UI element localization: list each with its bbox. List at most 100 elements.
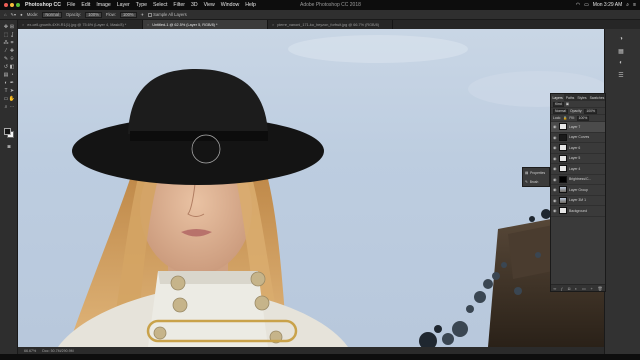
crop-tool-icon[interactable]: ⌗	[9, 40, 15, 46]
fill-field[interactable]: 100%	[576, 115, 590, 121]
mode-select[interactable]: Normal	[42, 11, 62, 18]
window-title: Adobe Photoshop CC 2018	[300, 2, 361, 8]
zoom-level[interactable]: 66.67%	[24, 349, 36, 353]
link-icon[interactable]: ∞	[553, 286, 556, 291]
tab-document-3[interactable]: × pierre_vanoni_171-ko_heyzon_forfruit.j…	[268, 20, 393, 29]
eraser-tool-icon[interactable]: ◧	[9, 64, 15, 70]
home-icon[interactable]: ⌂	[4, 12, 7, 17]
tab-layers[interactable]: Layers	[551, 94, 565, 101]
lasso-tool-icon[interactable]: ʆ	[9, 32, 15, 38]
libraries-panel-icon[interactable]: ☰	[615, 71, 627, 79]
layer-row[interactable]: ◉ Background	[551, 206, 605, 217]
path-select-tool-icon[interactable]: ➤	[9, 88, 15, 94]
document-info[interactable]: Doc: 50.7M/290.9M	[42, 349, 73, 353]
menu-layer[interactable]: Layer	[117, 2, 130, 8]
filter-icon[interactable]: ▣	[566, 102, 569, 106]
adjustments-panel-icon[interactable]: ◐	[615, 59, 627, 67]
tab-label: ex-cell-growth-4XH-R1(1).jpg @ 75.6% (La…	[27, 22, 127, 27]
visibility-eye-icon[interactable]: ◉	[553, 166, 557, 171]
tab-styles[interactable]: Styles	[576, 94, 588, 101]
app-menu[interactable]: Photoshop CC	[25, 2, 61, 8]
pen-tool-icon[interactable]: ✒	[9, 80, 15, 86]
mask-icon[interactable]: ◘	[568, 286, 570, 291]
visibility-eye-icon[interactable]: ◉	[553, 177, 557, 182]
new-layer-icon[interactable]: +	[591, 286, 593, 291]
healing-brush-tool-icon[interactable]: ✚	[9, 48, 15, 54]
airbrush-icon[interactable]: ✈	[141, 12, 145, 17]
search-icon[interactable]: ⌕	[626, 2, 629, 8]
layer-row[interactable]: ◉ Layer 6	[551, 143, 605, 154]
visibility-eye-icon[interactable]: ◉	[553, 145, 557, 150]
trash-icon[interactable]: 🗑	[598, 286, 603, 291]
visibility-eye-icon[interactable]: ◉	[553, 187, 557, 192]
menu-image[interactable]: Image	[96, 2, 110, 8]
portrait-photo	[58, 35, 604, 347]
folder-icon[interactable]: ▭	[582, 286, 586, 291]
visibility-eye-icon[interactable]: ◉	[553, 198, 557, 203]
tab-document-2[interactable]: × Untitled-1 @ 62.5% (Layer 5, RGB/8) *	[143, 20, 268, 29]
layer-row[interactable]: ◉ Layer 3M 1	[551, 196, 605, 206]
menu-list-icon[interactable]: ≡	[633, 2, 636, 8]
zoom-window-button[interactable]	[16, 3, 20, 7]
sample-all-layers-checkbox[interactable]: Sample All Layers	[148, 12, 187, 17]
visibility-eye-icon[interactable]: ◉	[553, 208, 557, 213]
battery-icon[interactable]: ▭	[584, 2, 589, 8]
menu-file[interactable]: File	[67, 2, 75, 8]
opacity-field[interactable]: 100%	[85, 11, 102, 18]
visibility-eye-icon[interactable]: ◉	[553, 156, 557, 161]
color-panel-icon[interactable]: ◑	[615, 35, 627, 43]
visibility-eye-icon[interactable]: ◉	[553, 135, 557, 140]
checkbox-box[interactable]	[148, 12, 153, 17]
menu-help[interactable]: Help	[245, 2, 256, 8]
opacity-label: Opacity:	[65, 12, 82, 17]
quick-mask-icon[interactable]: ◙	[6, 144, 12, 150]
clock[interactable]: Mon 3:29 AM	[593, 2, 622, 8]
menu-filter[interactable]: Filter	[173, 2, 185, 8]
flow-field[interactable]: 100%	[119, 11, 137, 18]
layer-opacity-field[interactable]: 100%	[584, 108, 598, 114]
close-window-button[interactable]	[4, 3, 8, 7]
tab-label: pierre_vanoni_171-ko_heyzon_forfruit.jpg…	[277, 22, 380, 27]
menu-view[interactable]: View	[204, 2, 215, 8]
layer-row[interactable]: ◉ Layer Group	[551, 185, 605, 196]
layer-row[interactable]: ◉ Layer 7	[551, 122, 605, 133]
swatches-panel-icon[interactable]: ▦	[615, 47, 627, 55]
adjustment-icon[interactable]: ◐	[575, 286, 577, 291]
blur-tool-icon[interactable]: ◔	[9, 72, 15, 78]
close-tab-icon[interactable]: ×	[147, 23, 149, 27]
hand-tool-icon[interactable]: ✋	[9, 96, 15, 102]
tab-document-1[interactable]: × ex-cell-growth-4XH-R1(1).jpg @ 75.6% (…	[18, 20, 143, 29]
more-tools-icon[interactable]: ⋯	[9, 104, 15, 110]
layer-row[interactable]: ◉ Brightness/C...	[551, 175, 605, 185]
layer-name: Layer 6	[569, 145, 581, 150]
layers-panel-tabs: Layers Paths Styles Swatches	[551, 94, 605, 101]
blend-mode-select[interactable]: Normal	[553, 108, 568, 114]
fx-icon[interactable]: ƒ	[561, 286, 563, 291]
minimize-window-button[interactable]	[10, 3, 14, 7]
layer-row[interactable]: ◉ Layer 5	[551, 154, 605, 164]
kind-filter-select[interactable]: Kind	[553, 101, 564, 107]
clone-stamp-tool-icon[interactable]: ⍟	[9, 56, 15, 62]
menu-3d[interactable]: 3D	[191, 2, 198, 8]
menu-select[interactable]: Select	[153, 2, 167, 8]
lock-icon[interactable]: 🔒	[563, 116, 567, 120]
artboard-tool-icon[interactable]: ⊞	[9, 24, 15, 30]
document-canvas[interactable]	[18, 29, 604, 347]
layer-row[interactable]: ◉ Layer Curves	[551, 133, 605, 143]
menu-edit[interactable]: Edit	[81, 2, 90, 8]
layer-row[interactable]: ◉ Layer 4	[551, 164, 605, 175]
brush-item[interactable]: ✎ Brush	[523, 177, 549, 186]
wifi-icon[interactable]: ◠	[576, 2, 580, 8]
menu-window[interactable]: Window	[221, 2, 239, 8]
properties-item[interactable]: ▤ Properties	[523, 168, 549, 177]
close-tab-icon[interactable]: ×	[22, 23, 24, 27]
brush-size-icon[interactable]: ●	[20, 12, 23, 17]
tab-paths[interactable]: Paths	[564, 94, 576, 101]
foreground-color-swatch[interactable]	[4, 128, 11, 135]
tab-swatches[interactable]: Swatches	[588, 94, 606, 101]
visibility-eye-icon[interactable]: ◉	[553, 124, 557, 129]
close-tab-icon[interactable]: ×	[272, 23, 274, 27]
brush-tool-preset-icon[interactable]: ✎▾	[11, 12, 17, 17]
menu-type[interactable]: Type	[136, 2, 147, 8]
panel-dock-strip: ◑ ▦ ◐ ☰	[604, 29, 640, 354]
